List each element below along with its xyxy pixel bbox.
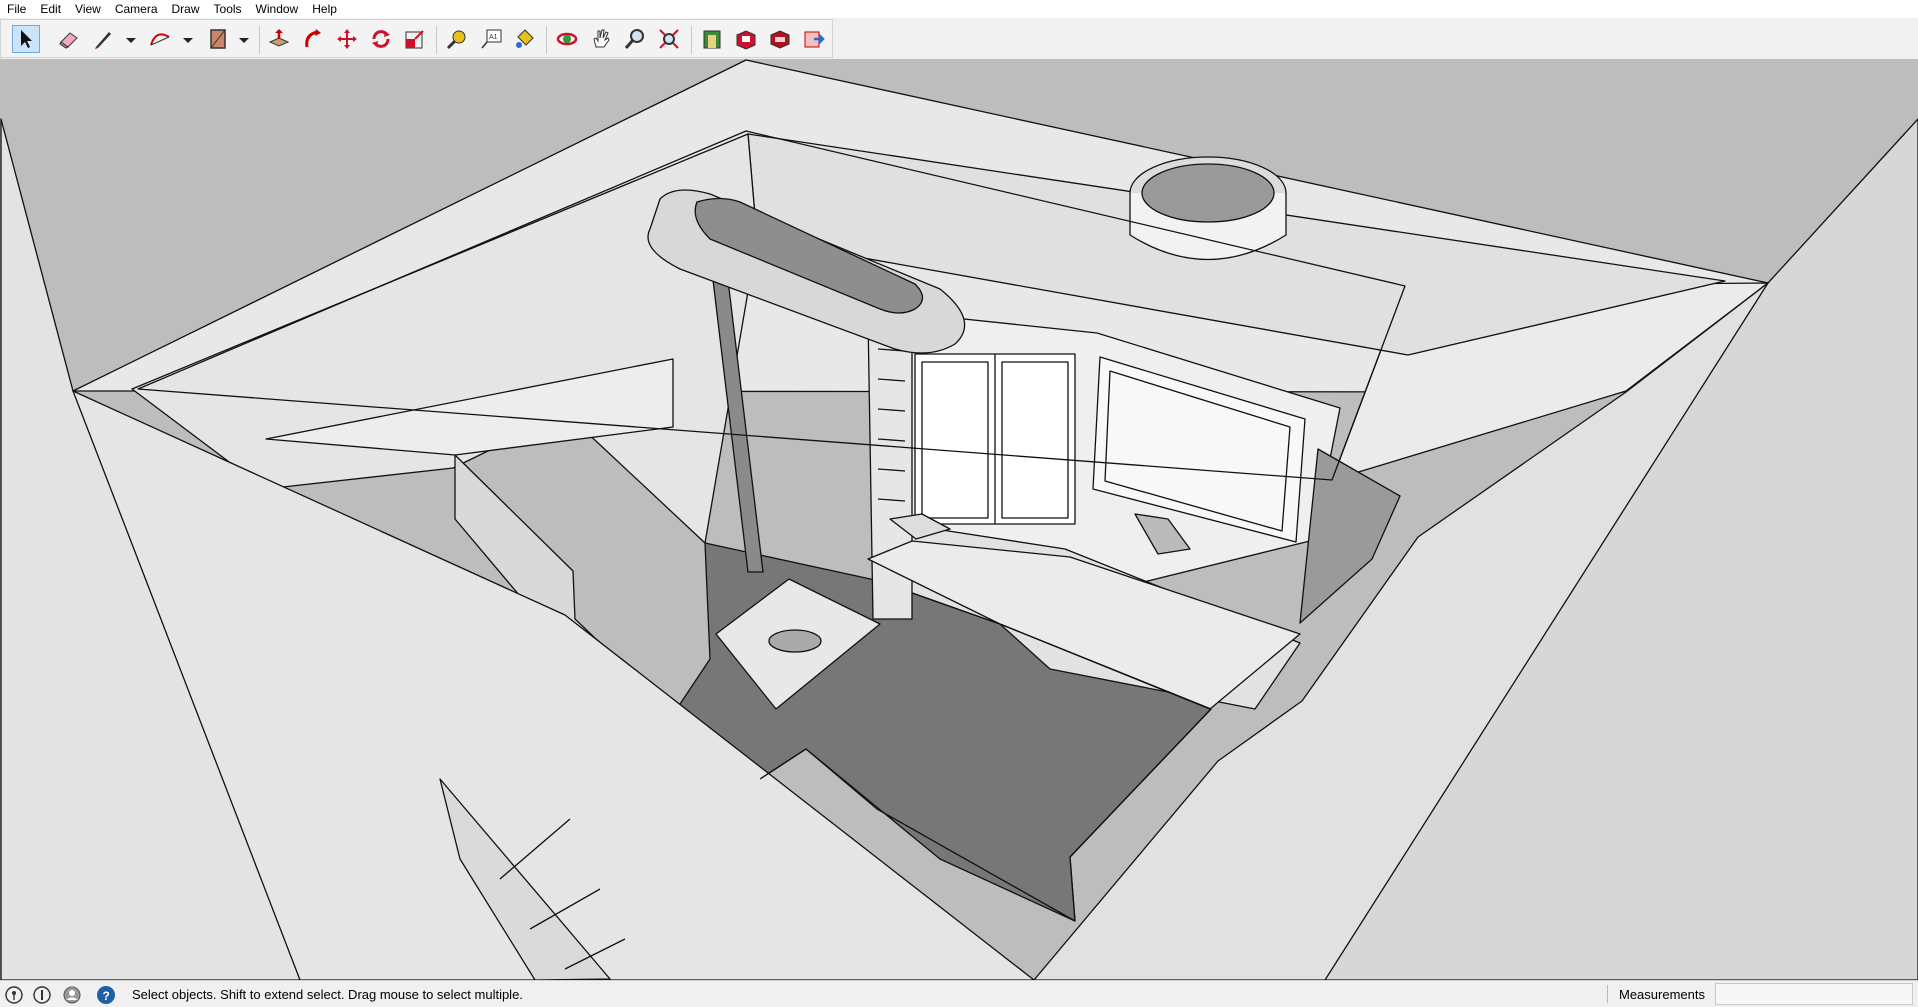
line-tool-button[interactable]	[89, 25, 117, 53]
warehouse-icon	[703, 30, 721, 49]
magnifier-icon	[624, 29, 644, 49]
toolbar-separator	[436, 26, 437, 54]
pan-tool-button[interactable]	[587, 25, 615, 53]
geo-location-icon[interactable]	[4, 985, 24, 1005]
menu-window[interactable]: Window	[249, 0, 306, 18]
zoom-extents-tool-button[interactable]	[655, 25, 683, 53]
status-separator	[1607, 985, 1608, 1003]
svg-text:A1: A1	[489, 34, 498, 41]
svg-text:?: ?	[103, 989, 110, 1003]
paint-bucket-icon	[516, 29, 534, 48]
toolbar-separator	[691, 26, 692, 54]
status-message: Select objects. Shift to extend select. …	[132, 987, 523, 1002]
user-icon[interactable]	[62, 985, 82, 1005]
getting-started-toolbar: A1	[0, 19, 833, 58]
orbit-icon	[556, 32, 578, 46]
select-arrow-icon	[21, 30, 32, 48]
measurements-label: Measurements	[1619, 987, 1705, 1002]
menu-view[interactable]: View	[68, 0, 108, 18]
arc-icon	[150, 33, 170, 46]
menu-camera[interactable]: Camera	[108, 0, 165, 18]
toolbar-separator	[259, 26, 260, 54]
text-label-icon: A1	[481, 29, 502, 49]
measurements-input[interactable]	[1715, 983, 1913, 1005]
rectangle-icon	[210, 29, 226, 49]
orbit-tool-button[interactable]	[553, 25, 581, 53]
layout-icon	[770, 30, 790, 49]
tape-measure-tool-button[interactable]	[443, 25, 471, 53]
extension-manager-icon	[804, 31, 825, 48]
tape-measure-icon	[446, 30, 466, 50]
push-pull-icon	[268, 29, 290, 47]
menu-file[interactable]: File	[0, 0, 33, 18]
arc-tool-button[interactable]	[146, 25, 174, 53]
zoom-extents-icon	[659, 29, 679, 49]
arc-tools-dropdown-icon[interactable]	[181, 33, 195, 47]
shape-tools-dropdown-icon[interactable]	[237, 33, 251, 47]
credits-icon[interactable]	[32, 985, 52, 1005]
scale-tool-button[interactable]	[401, 25, 429, 53]
move-tool-button[interactable]	[333, 25, 361, 53]
select-tool-button[interactable]	[12, 25, 40, 53]
scale-icon	[405, 30, 424, 49]
eraser-icon	[59, 32, 78, 49]
menu-help[interactable]: Help	[305, 0, 344, 18]
paint-bucket-tool-button[interactable]	[511, 25, 539, 53]
extension-warehouse-icon	[736, 30, 756, 50]
move-arrows-icon	[337, 29, 357, 49]
extension-manager-button[interactable]	[800, 25, 828, 53]
send-to-layout-button[interactable]	[766, 25, 794, 53]
rotate-icon	[372, 30, 390, 48]
status-bar: ? Select objects. Shift to extend select…	[0, 980, 1918, 1007]
model-scene	[0, 59, 1918, 980]
follow-me-icon	[305, 29, 321, 48]
menu-bar: File Edit View Camera Draw Tools Window …	[0, 0, 1918, 18]
pencil-icon	[95, 32, 111, 49]
menu-draw[interactable]: Draw	[165, 0, 207, 18]
menu-edit[interactable]: Edit	[33, 0, 68, 18]
model-viewport[interactable]	[0, 59, 1918, 980]
menu-tools[interactable]: Tools	[207, 0, 249, 18]
toolbar-separator	[546, 26, 547, 54]
follow-me-tool-button[interactable]	[299, 25, 327, 53]
help-icon[interactable]: ?	[96, 985, 116, 1005]
eraser-tool-button[interactable]	[55, 25, 83, 53]
rectangle-tool-button[interactable]	[204, 25, 232, 53]
extension-warehouse-button[interactable]	[732, 25, 760, 53]
text-tool-button[interactable]: A1	[477, 25, 505, 53]
zoom-tool-button[interactable]	[621, 25, 649, 53]
push-pull-tool-button[interactable]	[265, 25, 293, 53]
hand-pan-icon	[593, 29, 610, 48]
rotate-tool-button[interactable]	[367, 25, 395, 53]
3d-warehouse-button[interactable]	[698, 25, 726, 53]
line-tools-dropdown-icon[interactable]	[124, 33, 138, 47]
